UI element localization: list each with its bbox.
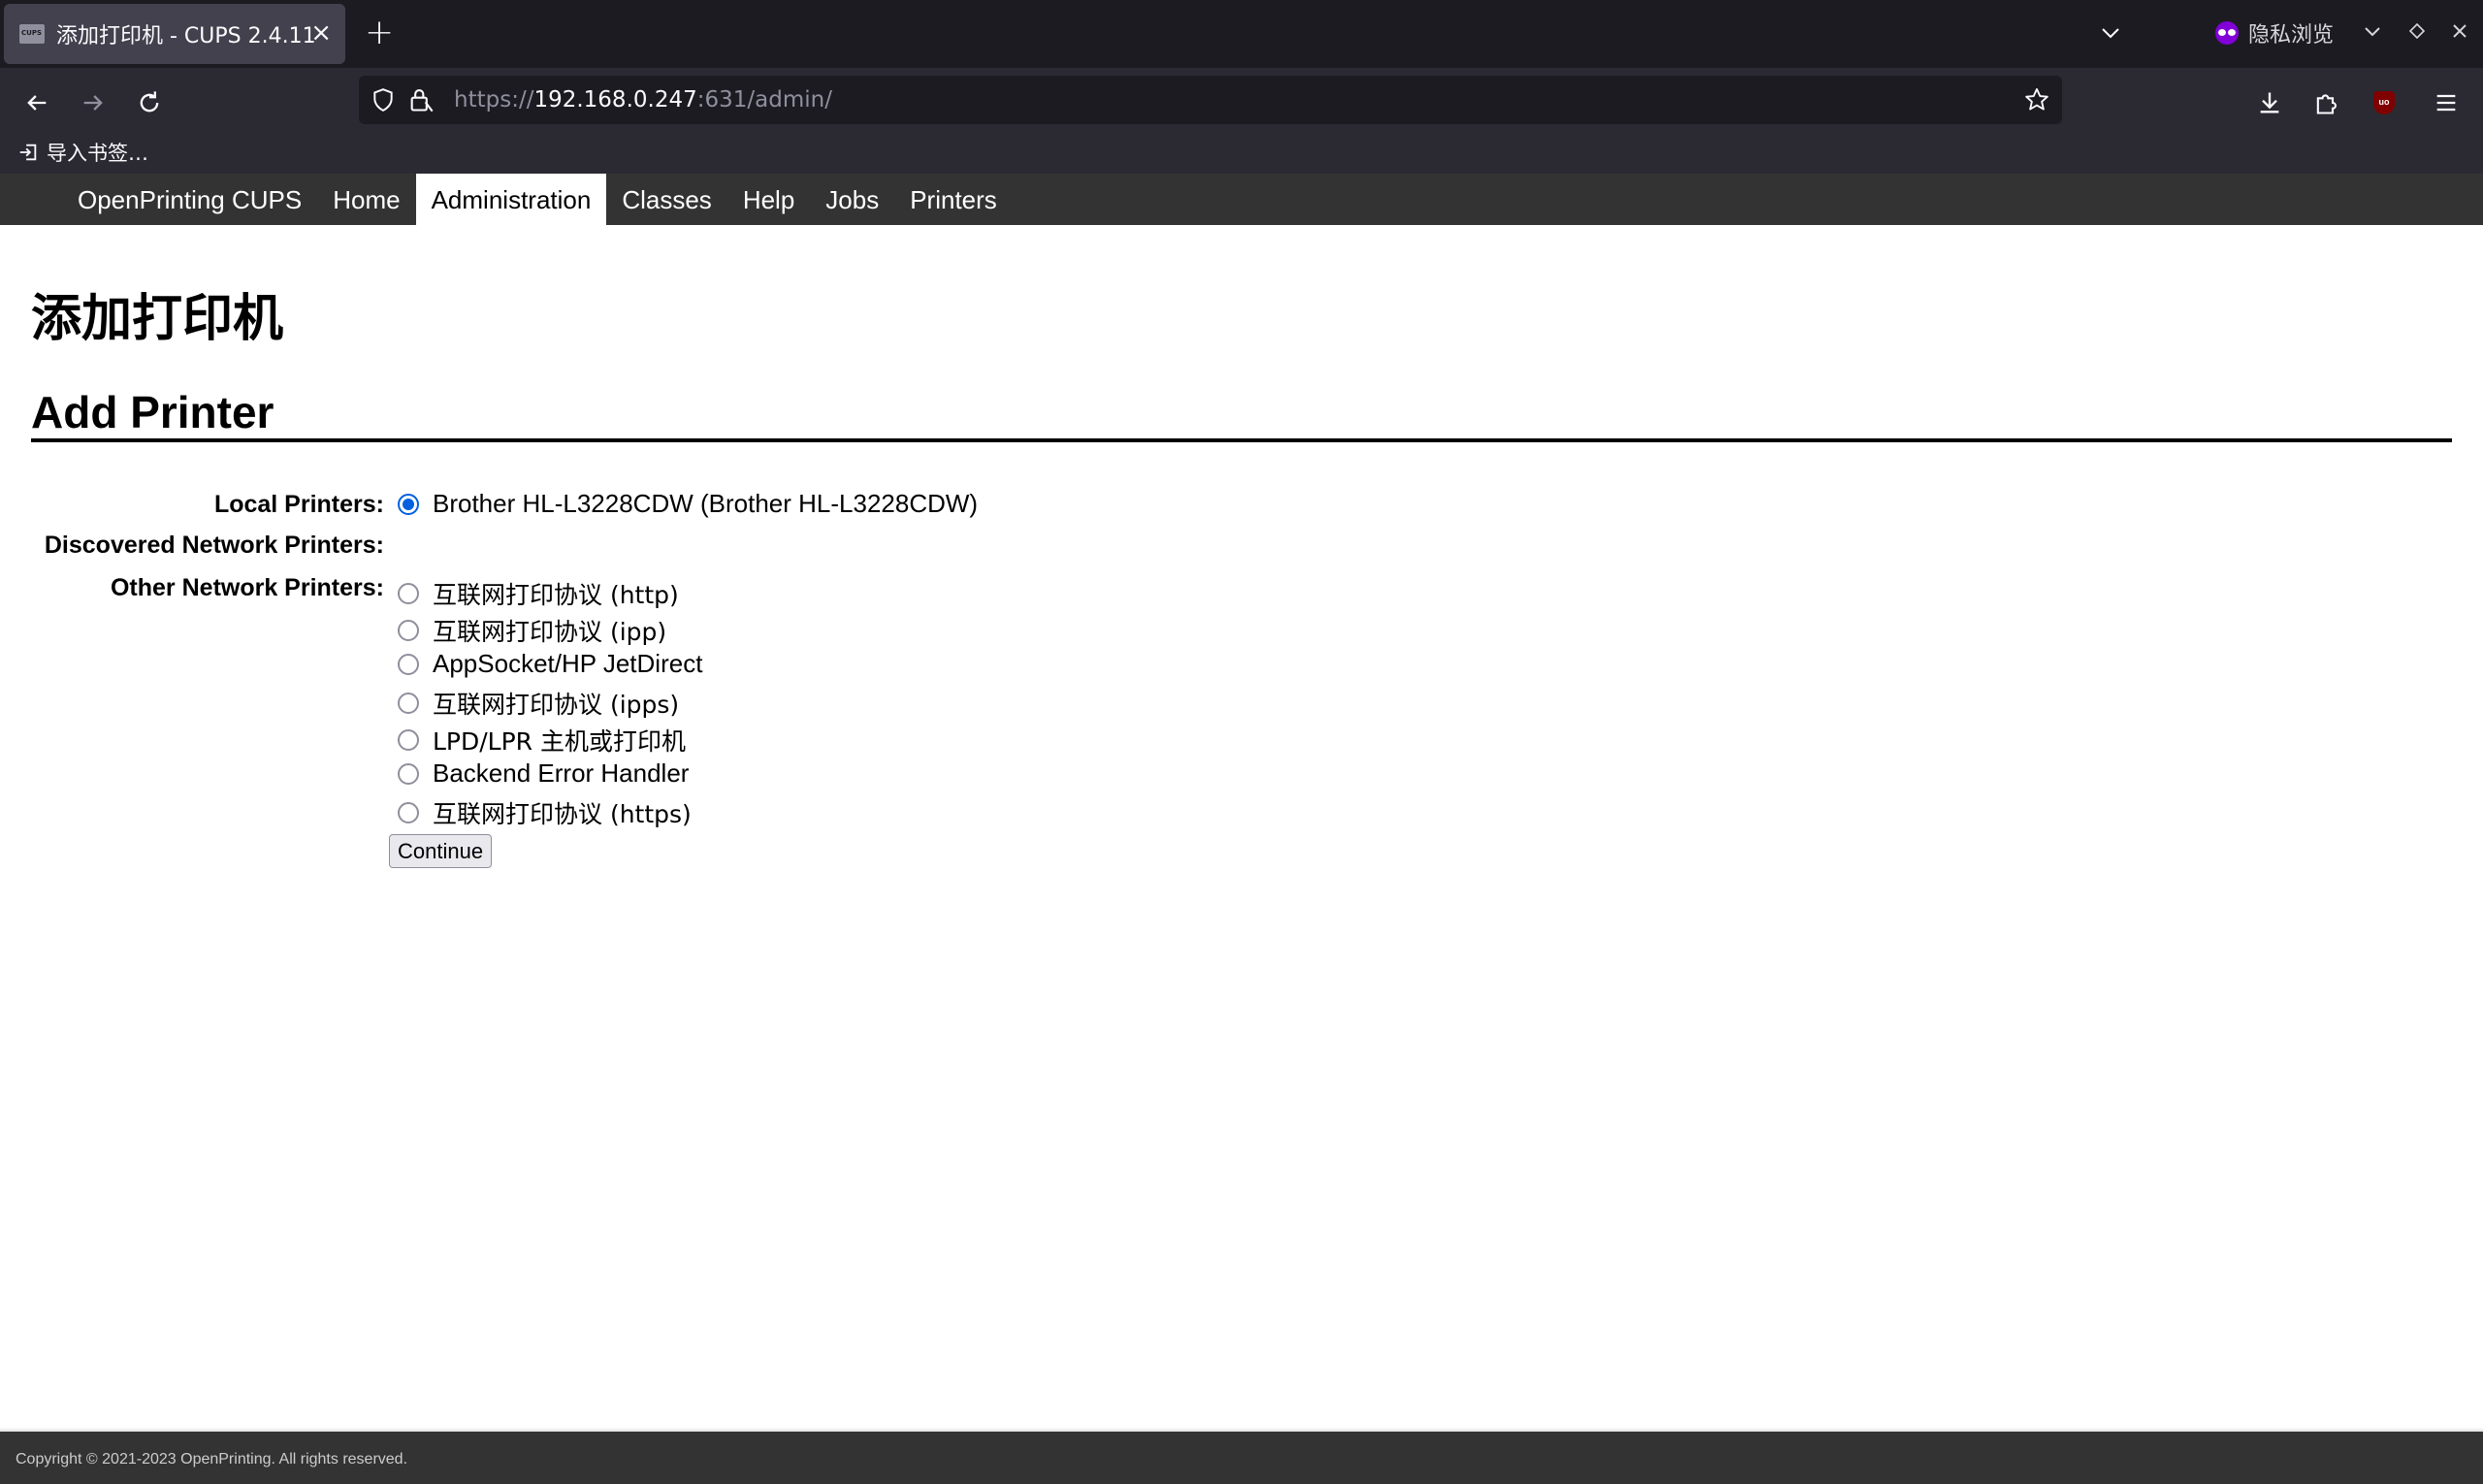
- footer: Copyright © 2021-2023 OpenPrinting. All …: [0, 1432, 2483, 1484]
- import-bookmarks-label: 导入书签…: [47, 142, 148, 165]
- download-icon[interactable]: [2250, 83, 2289, 122]
- other-printer-option-https[interactable]: 互联网打印协议 (https): [398, 795, 692, 830]
- other-printer-option-ipps[interactable]: 互联网打印协议 (ipps): [398, 686, 679, 721]
- radio-button[interactable]: [398, 620, 419, 641]
- close-tab-icon[interactable]: ×: [310, 19, 332, 47]
- tab-list-chevron-icon[interactable]: [2099, 21, 2122, 49]
- forward-icon[interactable]: [74, 83, 113, 122]
- import-icon: [19, 144, 37, 161]
- radio-button[interactable]: [398, 653, 419, 675]
- local-printers-label: Local Printers:: [213, 491, 384, 518]
- nav-classes[interactable]: Classes: [606, 174, 726, 225]
- radio-button[interactable]: [398, 493, 419, 515]
- continue-button[interactable]: Continue: [389, 834, 493, 868]
- nav-jobs[interactable]: Jobs: [810, 174, 894, 225]
- printer-option-label: LPD/LPR 主机或打印机: [433, 727, 686, 756]
- printer-option-label: AppSocket/HP JetDirect: [433, 649, 703, 678]
- private-mask-icon: [2215, 21, 2239, 45]
- other-printer-option-appsocket[interactable]: AppSocket/HP JetDirect: [398, 649, 702, 679]
- star-icon[interactable]: [2023, 86, 2050, 118]
- radio-button[interactable]: [398, 693, 419, 714]
- cups-header: OpenPrinting CUPS Home Administration Cl…: [0, 174, 2483, 225]
- printer-option-label: Backend Error Handler: [433, 758, 690, 788]
- url-bar[interactable]: https://192.168.0.247:631/admin/: [359, 76, 2062, 124]
- other-printer-option-lpd[interactable]: LPD/LPR 主机或打印机: [398, 723, 686, 758]
- extensions-icon[interactable]: [2306, 83, 2345, 122]
- printer-option-label: 互联网打印协议 (https): [433, 800, 692, 828]
- other-printer-option-http[interactable]: 互联网打印协议 (http): [398, 576, 679, 611]
- menu-icon[interactable]: [2427, 83, 2466, 122]
- tab-bar: 添加打印机 - CUPS 2.4.11 × + 隐私浏览: [0, 0, 2483, 68]
- printer-option-label: 互联网打印协议 (http): [433, 581, 679, 609]
- reload-icon[interactable]: [130, 83, 169, 122]
- nav-help[interactable]: Help: [727, 174, 810, 225]
- private-browsing-label: 隐私浏览: [2248, 23, 2335, 48]
- discovered-network-printers-label: Discovered Network Printers:: [44, 532, 384, 559]
- other-printer-option-ipp[interactable]: 互联网打印协议 (ipp): [398, 613, 666, 648]
- printer-option-label: 互联网打印协议 (ipp): [433, 618, 667, 646]
- title-divider: [31, 438, 2452, 442]
- local-printer-option[interactable]: Brother HL-L3228CDW (Brother HL-L3228CDW…: [398, 489, 978, 519]
- radio-button[interactable]: [398, 762, 419, 785]
- back-icon[interactable]: [17, 83, 56, 122]
- nav-administration[interactable]: Administration: [415, 174, 607, 225]
- nav-openprinting-cups[interactable]: OpenPrinting CUPS: [0, 174, 317, 225]
- other-printer-option-backend-error[interactable]: Backend Error Handler: [398, 758, 689, 789]
- ublock-icon[interactable]: uo: [2365, 83, 2403, 122]
- url-host: 192.168.0.247: [533, 87, 697, 113]
- shield-icon[interactable]: [371, 87, 396, 117]
- nav-printers[interactable]: Printers: [894, 174, 1013, 225]
- other-network-printers-label: Other Network Printers:: [110, 574, 384, 601]
- radio-button[interactable]: [398, 583, 419, 604]
- url-scheme: https://: [454, 87, 534, 113]
- tab-title: 添加打印机 - CUPS 2.4.11: [56, 24, 316, 48]
- browser-tab[interactable]: 添加打印机 - CUPS 2.4.11 ×: [4, 4, 345, 64]
- form-labels: Local Printers: Discovered Network Print…: [31, 225, 384, 613]
- printer-option-label: 互联网打印协议 (ipps): [433, 691, 680, 719]
- url-path: :631/admin/: [696, 87, 832, 113]
- lock-icon[interactable]: [407, 86, 435, 118]
- url-text[interactable]: https://192.168.0.247:631/admin/: [454, 87, 832, 113]
- nav-home[interactable]: Home: [317, 174, 415, 225]
- radio-button[interactable]: [398, 802, 419, 823]
- radio-button[interactable]: [398, 729, 419, 751]
- close-window-icon[interactable]: [2448, 19, 2471, 48]
- cups-favicon-icon: [19, 24, 45, 44]
- cups-nav: OpenPrinting CUPS Home Administration Cl…: [0, 174, 1013, 225]
- maximize-window-icon[interactable]: [2405, 19, 2429, 48]
- printer-option-label: Brother HL-L3228CDW (Brother HL-L3228CDW…: [433, 489, 979, 518]
- copyright-text: Copyright © 2021-2023 OpenPrinting. All …: [16, 1451, 408, 1468]
- chevron-down-icon[interactable]: [2361, 19, 2384, 48]
- new-tab-icon[interactable]: +: [365, 14, 394, 52]
- private-browsing-indicator: 隐私浏览: [2215, 17, 2334, 48]
- import-bookmarks-item[interactable]: 导入书签…: [17, 138, 148, 167]
